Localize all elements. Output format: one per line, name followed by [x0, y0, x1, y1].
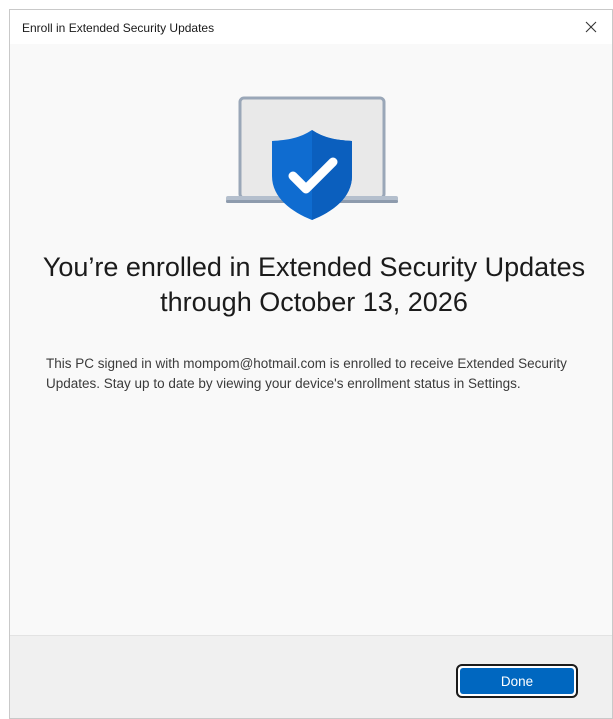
dialog-content: You’re enrolled in Extended Security Upd…	[10, 44, 612, 635]
window-title: Enroll in Extended Security Updates	[22, 21, 215, 35]
laptop-shield-check-icon	[226, 96, 398, 220]
close-icon	[585, 21, 597, 33]
dialog-footer: Done	[10, 636, 612, 718]
close-button[interactable]	[568, 10, 612, 44]
title-bar: Enroll in Extended Security Updates	[10, 10, 612, 44]
enrollment-heading: You’re enrolled in Extended Security Upd…	[42, 252, 586, 317]
dialog-window: Enroll in Extended Security Updates You’…	[9, 9, 613, 719]
enrollment-description: This PC signed in with mompom@hotmail.co…	[46, 356, 567, 391]
done-button[interactable]: Done	[456, 664, 578, 698]
done-button-label: Done	[460, 668, 574, 694]
